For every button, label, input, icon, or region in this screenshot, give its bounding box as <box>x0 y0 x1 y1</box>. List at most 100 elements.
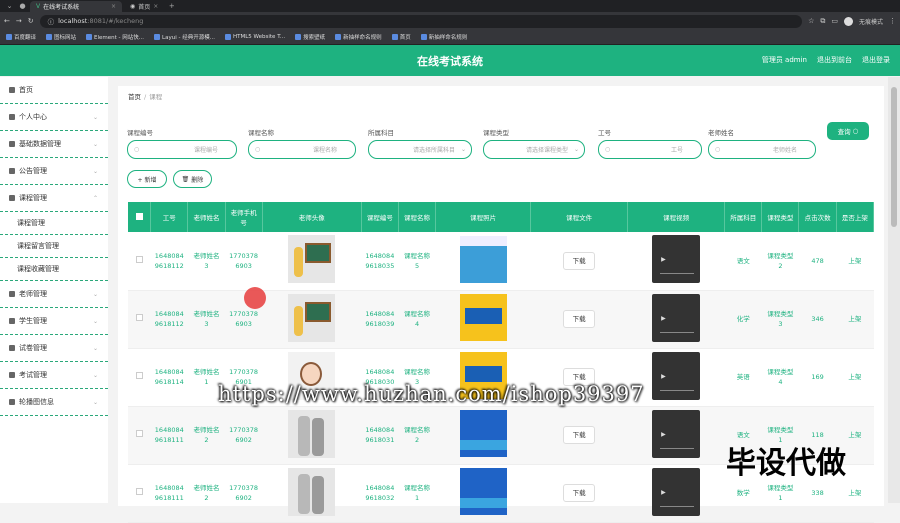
profile-avatar[interactable] <box>843 16 853 26</box>
close-tab-icon[interactable]: × <box>111 3 116 10</box>
subject-select[interactable]: 请选择所属科目 ⌄ <box>368 140 472 159</box>
scrollbar-thumb[interactable] <box>891 87 897 227</box>
sidebar-subitem-course[interactable]: 课程管理 <box>0 212 108 235</box>
course-type-select[interactable]: 请选择课程类型 ⌄ <box>483 140 585 159</box>
video-progress-bar[interactable] <box>660 447 695 449</box>
row-checkbox[interactable] <box>135 488 143 495</box>
github-icon[interactable]: ● <box>17 1 28 11</box>
video-progress-bar[interactable] <box>660 273 695 275</box>
forward-icon[interactable]: → <box>16 17 22 25</box>
search-button[interactable]: 查询 ○ <box>827 122 869 140</box>
download-button[interactable]: 下载 <box>563 310 596 328</box>
course-name-input[interactable]: ○ 课程名称 <box>248 140 356 159</box>
row-checkbox[interactable] <box>135 430 143 437</box>
video-progress-bar[interactable] <box>660 505 695 507</box>
row-checkbox[interactable] <box>135 255 143 263</box>
play-icon[interactable]: ▶ <box>661 314 666 324</box>
logout-link[interactable]: 退出登录 <box>862 55 890 65</box>
sidebar-item-course[interactable]: 课程管理 ⌃ <box>0 185 108 212</box>
gonghao-input[interactable]: ○ 工号 <box>598 140 702 159</box>
bookmark[interactable]: 新抽样命名规则 <box>420 33 467 41</box>
bookmark[interactable]: Element - 网站快... <box>86 33 144 41</box>
browser-menu-icon[interactable]: ⌄ <box>4 1 15 11</box>
page-scrollbar[interactable] <box>888 77 900 503</box>
col-header: 所属科目 <box>724 202 763 232</box>
play-icon[interactable]: ▶ <box>661 255 666 265</box>
sidebar-item-student[interactable]: 学生管理 ⌄ <box>0 308 108 335</box>
download-button[interactable]: 下载 <box>563 426 596 444</box>
video-progress-bar[interactable] <box>660 389 695 391</box>
url-field[interactable]: ⓘ localhost:8081/#/kecheng <box>39 14 803 28</box>
sidebar-item-profile[interactable]: 个人中心 ⌄ <box>0 104 108 131</box>
select-all-checkbox[interactable] <box>135 212 143 220</box>
clicks-text: 478 <box>811 256 824 265</box>
video-player[interactable]: ▶ <box>652 467 701 516</box>
back-icon[interactable]: ← <box>4 17 10 25</box>
col-header: 工号 <box>150 202 189 232</box>
star-icon[interactable]: ☆ <box>808 17 814 25</box>
bookmark[interactable]: Layui - 经典开源模... <box>154 33 215 41</box>
bookmark[interactable]: 百度翻译 <box>6 33 36 41</box>
play-icon[interactable]: ▶ <box>661 488 666 498</box>
course-name-cell: 课程名称2 <box>398 406 436 465</box>
course-code-input[interactable]: ○ 课程编号 <box>127 140 237 159</box>
extensions-icon[interactable]: ⧉ <box>820 17 825 26</box>
bookmark[interactable]: 图标网站 <box>46 33 76 41</box>
video-progress-bar[interactable] <box>660 331 695 333</box>
course-type-cell: 课程类型4 <box>761 348 799 407</box>
sidepanel-icon[interactable]: ▭ <box>831 17 838 25</box>
video-player[interactable]: ▶ <box>652 351 701 400</box>
avatar-person <box>312 417 325 456</box>
front-link[interactable]: 退出到前台 <box>817 55 852 65</box>
sidebar-subitem-course-fav[interactable]: 课程收藏管理 <box>0 258 108 281</box>
bookmark[interactable]: HTML5 Website T... <box>224 34 285 40</box>
download-button[interactable]: 下载 <box>563 251 596 270</box>
video-player[interactable]: ▶ <box>652 235 701 284</box>
sidebar-item-basic-data[interactable]: 基础数据管理 ⌄ <box>0 131 108 158</box>
sidebar-subitem-course-comment[interactable]: 课程留言管理 <box>0 235 108 258</box>
sidebar-item-paper[interactable]: 试卷管理 ⌄ <box>0 335 108 362</box>
tab-active[interactable]: V 在线考试系统 × <box>30 1 122 12</box>
row-select-cell[interactable] <box>128 348 151 407</box>
col-header: 老师手机号 <box>225 202 263 232</box>
sidebar-item-carousel[interactable]: 轮播图信息 ⌄ <box>0 389 108 416</box>
play-icon[interactable]: ▶ <box>661 372 666 382</box>
gonghao-cell-text: 16480849618111 <box>154 484 184 502</box>
admin-link[interactable]: 管理员 admin <box>762 55 807 65</box>
download-button[interactable]: 下载 <box>563 484 596 502</box>
bookmark[interactable]: 新抽样命名规则 <box>335 33 382 41</box>
row-checkbox[interactable] <box>135 372 143 379</box>
row-select-cell[interactable] <box>128 290 151 349</box>
tab-inactive[interactable]: ◉ 首页 × <box>124 1 164 12</box>
row-checkbox[interactable] <box>135 314 143 321</box>
more-icon[interactable]: ⋮ <box>889 17 896 25</box>
reload-icon[interactable]: ↻ <box>28 17 34 25</box>
url-path: :8081/#/kecheng <box>87 17 144 25</box>
add-button[interactable]: + 新增 <box>127 170 167 188</box>
select-all-header[interactable] <box>128 202 152 232</box>
teacher-name-input[interactable]: ○ 老师姓名 <box>708 140 816 159</box>
sidebar-item-home[interactable]: 首页 <box>0 77 108 104</box>
teacher-phone-cell: 17703786902 <box>225 464 263 523</box>
bookmark[interactable]: 首页 <box>391 33 411 41</box>
cover-band <box>459 498 507 508</box>
subject-text: 英语 <box>736 373 750 381</box>
play-icon[interactable]: ▶ <box>661 430 666 440</box>
carousel-icon <box>9 399 15 405</box>
close-tab-icon[interactable]: × <box>153 3 158 10</box>
video-player[interactable]: ▶ <box>652 293 701 342</box>
breadcrumb-home[interactable]: 首页 <box>128 93 141 101</box>
row-select-cell[interactable] <box>128 464 151 523</box>
video-player[interactable]: ▶ <box>652 409 701 458</box>
course-photo-cell <box>435 464 531 523</box>
sidebar-item-teacher[interactable]: 老师管理 ⌄ <box>0 281 108 308</box>
row-select-cell[interactable] <box>128 406 151 465</box>
clicks-cell: 478 <box>798 232 837 291</box>
new-tab-icon[interactable]: + <box>166 1 177 11</box>
teacher-avatar-cell <box>262 290 362 349</box>
delete-button[interactable]: 🗑 删除 <box>173 170 212 188</box>
bookmark[interactable]: 搜索壁纸 <box>295 33 325 41</box>
row-select-cell[interactable] <box>128 232 151 291</box>
sidebar-item-notice[interactable]: 公告管理 ⌄ <box>0 158 108 185</box>
sidebar-item-exam[interactable]: 考试管理 ⌄ <box>0 362 108 389</box>
